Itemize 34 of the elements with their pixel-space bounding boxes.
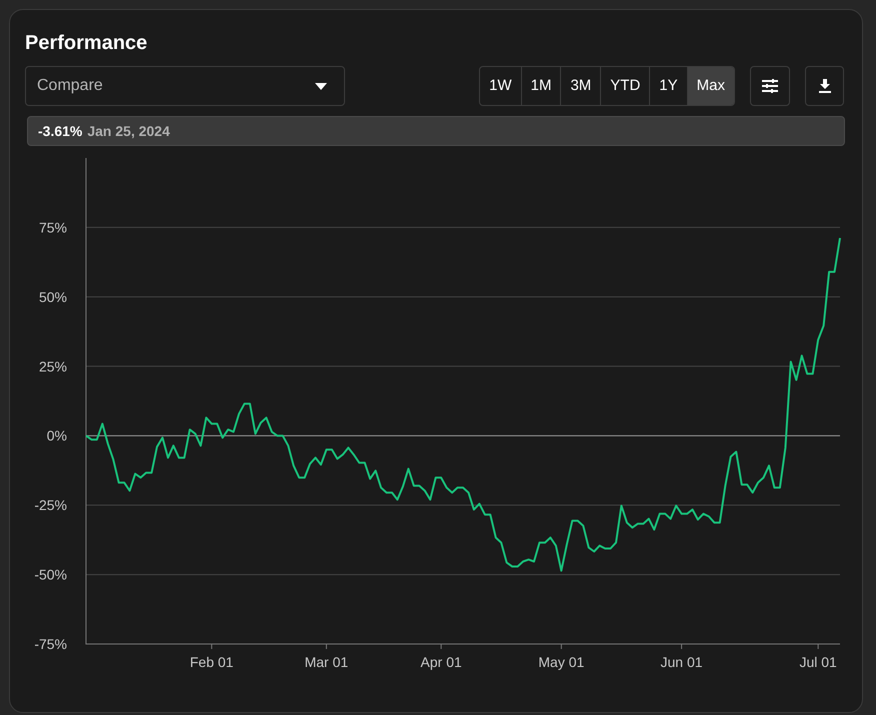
x-tick-mark [326, 644, 327, 650]
y-tick-label: 0% [46, 428, 67, 444]
download-icon [818, 79, 830, 93]
y-tick-label: -50% [34, 566, 67, 583]
y-tick-label: 50% [38, 288, 67, 305]
x-tick-mark [818, 644, 819, 650]
range-tab[interactable]: 1M [520, 67, 560, 105]
sliders-icon [762, 79, 778, 93]
x-tick-label: Jun 01 [660, 654, 703, 670]
range-tab[interactable]: 3M [560, 67, 600, 105]
y-tick-label: -75% [34, 636, 67, 652]
download-button[interactable] [805, 66, 844, 106]
y-tick-label: 75% [38, 219, 67, 236]
y-tick-label: 25% [38, 358, 67, 374]
tooltip-value: -3.61% [38, 122, 82, 140]
compare-dropdown[interactable]: Compare [25, 66, 345, 106]
y-tick-label: -25% [34, 497, 67, 514]
x-tick-label: Apr 01 [420, 654, 462, 670]
card-title: Performance [25, 31, 148, 56]
x-tick-label: May 01 [538, 654, 584, 670]
x-tick-label: Feb 01 [190, 654, 234, 670]
range-tab[interactable]: YTD [600, 67, 650, 105]
settings-button[interactable] [750, 66, 790, 106]
x-tick-mark [681, 644, 682, 650]
x-tick-label: Mar 01 [304, 654, 348, 670]
x-tick-label: Jul 01 [799, 654, 837, 670]
x-tick-mark [211, 644, 212, 650]
caret-icon [315, 82, 327, 90]
x-tick-mark [440, 644, 442, 650]
range-tab[interactable]: 1W [480, 67, 521, 105]
tooltip-date: Jan 25, 2024 [87, 122, 170, 140]
range-tab[interactable]: Max [686, 67, 734, 105]
compare-placeholder: Compare [37, 76, 103, 96]
x-tick-mark [560, 644, 562, 650]
